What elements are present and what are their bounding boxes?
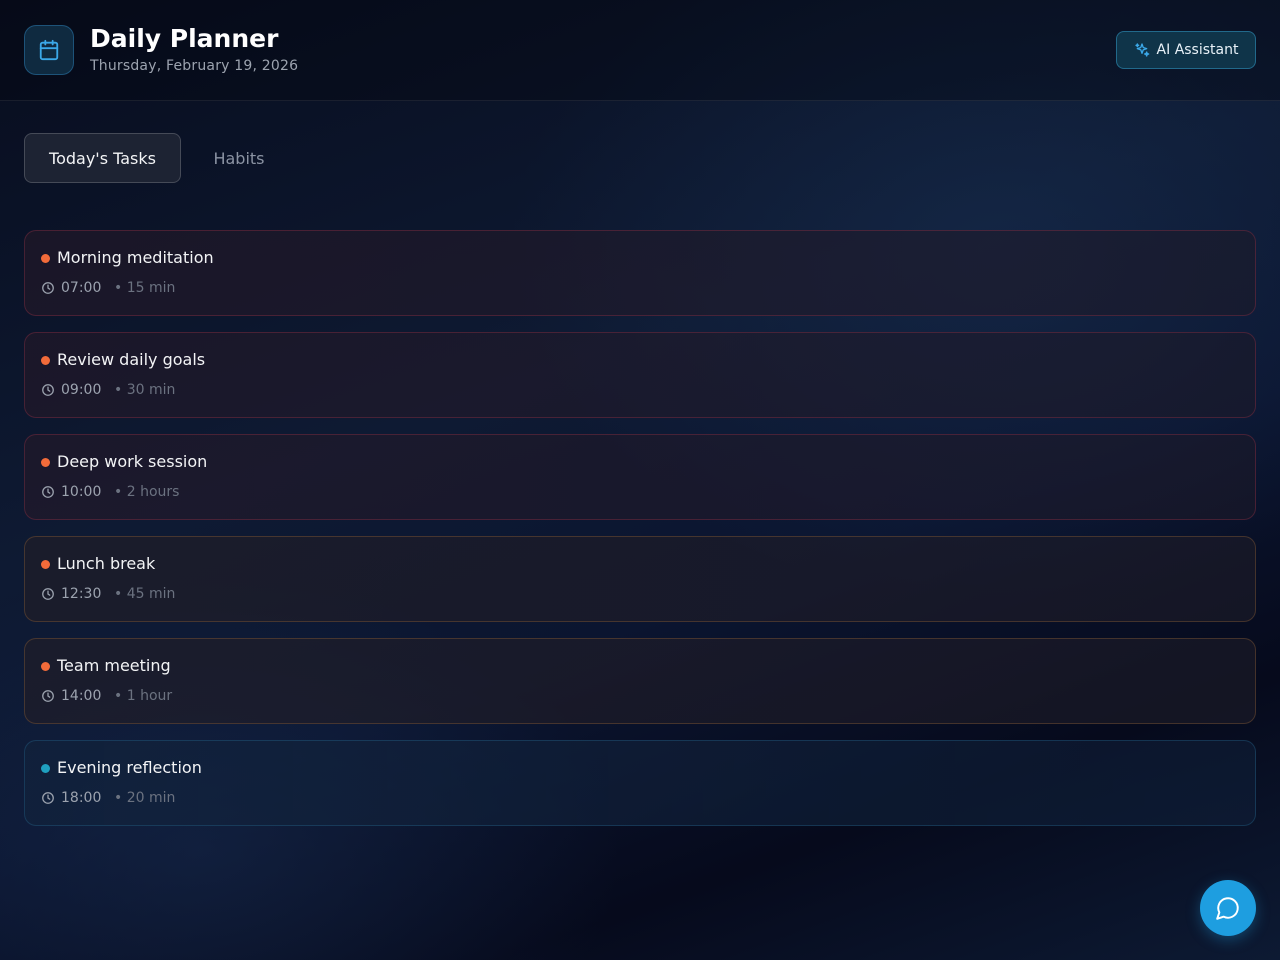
clock-icon [42,792,54,804]
task-card[interactable]: Evening reflection 18:00 • 20 min [24,740,1256,826]
task-card[interactable]: Morning meditation 07:00 • 15 min [24,230,1256,316]
task-duration: • 20 min [114,790,176,806]
task-card[interactable]: Review daily goals 09:00 • 30 min [24,332,1256,418]
page-title: Daily Planner [90,24,279,53]
task-time: 07:00 [61,280,102,296]
sparkles-icon [1134,43,1149,57]
task-time: 10:00 [61,484,102,500]
task-duration: • 2 hours [114,484,180,500]
task-title: Lunch break [57,554,156,573]
task-card[interactable]: Team meeting 14:00 • 1 hour [24,638,1256,724]
task-title: Review daily goals [57,350,206,369]
task-duration: • 30 min [114,382,176,398]
ai-assistant-label: AI Assistant [1156,42,1239,58]
app-logo [24,25,74,75]
task-title: Evening reflection [57,758,202,777]
task-time: 09:00 [61,382,102,398]
task-title: Team meeting [57,656,171,675]
task-status-dot [41,560,50,569]
tab-todays-tasks[interactable]: Today's Tasks [24,133,181,183]
task-status-dot [41,254,50,263]
chat-bubble-icon [1216,897,1239,920]
app-header: Daily Planner Thursday, February 19, 202… [0,0,1280,101]
clock-icon [42,486,54,498]
tab-habits[interactable]: Habits [189,133,289,183]
clock-icon [42,282,54,294]
chat-button[interactable] [1200,880,1256,936]
task-time: 14:00 [61,688,102,704]
task-time: 12:30 [61,586,102,602]
task-status-dot [41,764,50,773]
task-status-dot [41,662,50,671]
task-duration: • 1 hour [114,688,173,704]
task-title: Morning meditation [57,248,214,267]
task-card[interactable]: Lunch break 12:30 • 45 min [24,536,1256,622]
task-duration: • 45 min [114,586,176,602]
calendar-icon [39,39,59,61]
ai-assistant-button[interactable]: AI Assistant [1116,31,1256,69]
clock-icon [42,588,54,600]
task-duration: • 15 min [114,280,176,296]
current-date: Thursday, February 19, 2026 [90,58,299,74]
task-title: Deep work session [57,452,208,471]
task-status-dot [41,458,50,467]
clock-icon [42,690,54,702]
task-card[interactable]: Deep work session 10:00 • 2 hours [24,434,1256,520]
clock-icon [42,384,54,396]
task-status-dot [41,356,50,365]
task-time: 18:00 [61,790,102,806]
